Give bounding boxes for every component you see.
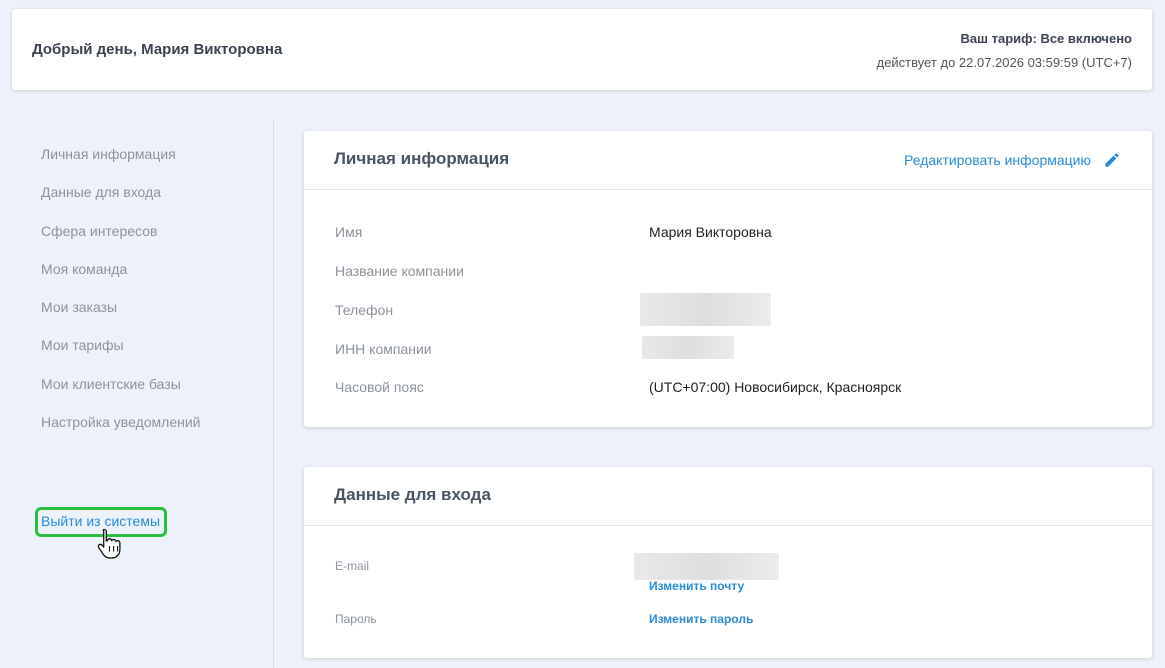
phone-value-redacted <box>640 293 771 326</box>
inn-value-redacted <box>642 336 734 359</box>
greeting-text: Добрый день, Мария Викторовна <box>32 41 283 58</box>
personal-info-card: Личная информация Редактировать информац… <box>304 131 1152 427</box>
sidebar-item-my-orders[interactable]: Мои заказы <box>41 298 200 336</box>
name-value: Мария Викторовна <box>649 224 772 240</box>
email-label: E-mail <box>335 559 370 573</box>
sidebar-item-interests[interactable]: Сфера интересов <box>41 222 200 260</box>
personal-info-header: Личная информация Редактировать информац… <box>304 131 1152 190</box>
sidebar-item-personal-info[interactable]: Личная информация <box>41 145 200 183</box>
sidebar-nav: Личная информация Данные для входа Сфера… <box>41 145 200 451</box>
sidebar-item-my-tariffs[interactable]: Мои тарифы <box>41 336 200 374</box>
login-data-card: Данные для входа E-mail Изменить почту П… <box>304 467 1152 658</box>
phone-label: Телефон <box>335 302 394 318</box>
change-email-link[interactable]: Изменить почту <box>649 579 744 593</box>
timezone-value: (UTC+07:00) Новосибирск, Красноярск <box>649 379 902 395</box>
edit-info-label: Редактировать информацию <box>904 152 1091 168</box>
tariff-valid-until: действует до 22.07.2026 03:59:59 (UTC+7) <box>876 55 1132 70</box>
inn-label: ИНН компании <box>335 341 432 357</box>
edit-info-link[interactable]: Редактировать информацию <box>904 151 1121 169</box>
change-password-link[interactable]: Изменить пароль <box>649 612 753 626</box>
login-data-title: Данные для входа <box>334 485 491 504</box>
pencil-icon <box>1105 153 1119 167</box>
login-data-header: Данные для входа <box>304 467 1152 526</box>
top-header: Добрый день, Мария Викторовна Ваш тариф:… <box>12 9 1152 90</box>
sidebar-item-client-bases[interactable]: Мои клиентские базы <box>41 375 200 413</box>
sidebar-item-login-data[interactable]: Данные для входа <box>41 183 200 221</box>
tariff-info: Ваш тариф: Все включено действует до 22.… <box>877 31 1132 70</box>
sidebar-divider <box>273 121 274 668</box>
sidebar-item-notifications[interactable]: Настройка уведомлений <box>41 413 200 451</box>
tariff-name: Ваш тариф: Все включено <box>960 31 1132 46</box>
personal-info-title: Личная информация <box>334 149 510 168</box>
password-label: Пароль <box>335 612 377 626</box>
sidebar-item-my-team[interactable]: Моя команда <box>41 260 200 298</box>
company-name-label: Название компании <box>335 263 464 279</box>
email-value-redacted <box>634 553 779 580</box>
hand-pointer-icon <box>97 528 121 559</box>
timezone-label: Часовой пояс <box>335 379 424 395</box>
name-label: Имя <box>335 224 363 240</box>
